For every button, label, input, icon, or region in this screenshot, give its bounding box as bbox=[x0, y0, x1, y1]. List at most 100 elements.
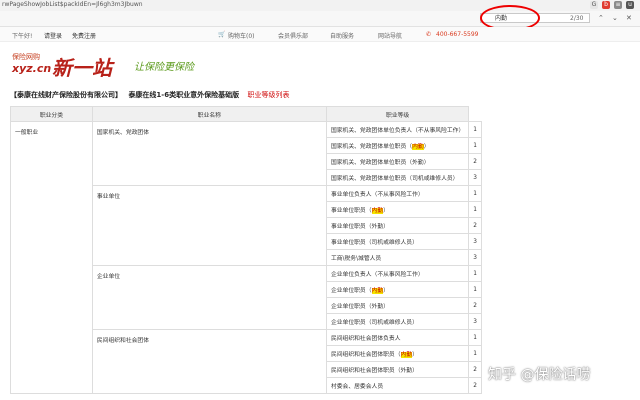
occupation-level: 2 bbox=[468, 377, 482, 394]
subcategory-cell: 民间组织和社会团体 bbox=[91, 329, 327, 394]
occupation-name: 民间组织和社会团体职员（ bbox=[330, 352, 401, 358]
occupation-name-cell: 民间组织和社会团体职员（外勤） bbox=[325, 361, 470, 378]
cart-icon[interactable]: 🛒 bbox=[218, 31, 225, 38]
occupation-level: 1 bbox=[468, 281, 482, 298]
occupation-name-cell: 企业单位职员（外勤） bbox=[325, 297, 470, 314]
occupation-name-cell: 事业单位负责人（不从事风险工作） bbox=[325, 185, 470, 202]
subcategory-cell: 国家机关、党政团体 bbox=[91, 121, 327, 186]
site-logo[interactable]: 保险网购 xyz.cn 新一站 让保险更保险 bbox=[12, 50, 272, 80]
occupation-level: 1 bbox=[468, 345, 482, 362]
occupation-level: 2 bbox=[468, 361, 482, 378]
find-match-count: 2/30 bbox=[570, 15, 584, 22]
occupation-name-cell: 国家机关、党政团体单位职员（内勤） bbox=[325, 137, 470, 154]
logo-slogan: 让保险更保险 bbox=[134, 62, 194, 73]
subcategory-cell: 事业单位 bbox=[91, 185, 327, 266]
extension-icon-4[interactable]: u bbox=[626, 1, 634, 9]
occupation-name: 企业单位负责人（不从事风险工作） bbox=[330, 272, 424, 278]
occupation-name-cell: 事业单位职员（司机或维修人员） bbox=[325, 233, 470, 250]
occupation-name-cell: 事业单位职员（内勤） bbox=[325, 201, 470, 218]
product-name: 泰康在线1-6类职业意外保险基础版 bbox=[128, 91, 240, 99]
occupation-name: 国家机关、党政团体单位负责人（不从事风险工作） bbox=[330, 128, 465, 134]
occupation-name-cell: 事业单位职员（外勤） bbox=[325, 217, 470, 234]
occupation-level: 3 bbox=[468, 313, 482, 330]
occupation-name-cell: 工商\税务\城管人员 bbox=[325, 249, 470, 266]
phone-number: 400-667-5599 bbox=[436, 31, 479, 38]
occupation-name: 工商\税务\城管人员 bbox=[330, 256, 382, 262]
member-club-link[interactable]: 会员俱乐部 bbox=[278, 31, 308, 40]
occupation-name: 事业单位职员（ bbox=[330, 208, 372, 214]
greeting: 下午好! bbox=[12, 33, 33, 40]
company-name: 【泰康在线财产保险股份有限公司】 bbox=[10, 91, 122, 99]
occupation-name: 民间组织和社会团体负责人 bbox=[330, 336, 401, 342]
site-top-nav: 下午好! 请登录 免费注册 🛒 购物车(0) 会员俱乐部 自助服务 网站导航 ✆… bbox=[0, 27, 640, 42]
search-highlight: 内勤 bbox=[371, 208, 384, 214]
cart-link[interactable]: 购物车(0) bbox=[228, 31, 255, 40]
occupation-name-cell: 村委会、居委会人员 bbox=[325, 377, 470, 394]
occupation-name-cell: 企业单位负责人（不从事风险工作） bbox=[325, 265, 470, 282]
occupation-name-cell: 国家机关、党政团体单位职员（司机或维修人员） bbox=[325, 169, 470, 186]
extension-icon-3[interactable]: ≡ bbox=[614, 1, 622, 9]
occupation-name-cell: 民间组织和社会团体负责人 bbox=[325, 329, 470, 346]
find-prev-icon[interactable]: ⌃ bbox=[598, 14, 604, 22]
occupation-level: 3 bbox=[468, 249, 482, 266]
logo-small-text: 保险网购 bbox=[12, 53, 40, 61]
occupation-name: 国家机关、党政团体单位职员（ bbox=[330, 144, 413, 150]
login-link[interactable]: 请登录 bbox=[44, 31, 62, 40]
table-row: 一般职业 国家机关、党政团体 国家机关、党政团体单位负责人（不从事风险工作） 1 bbox=[10, 121, 482, 394]
occupation-name: 民间组织和社会团体职员（外勤） bbox=[330, 368, 418, 374]
occupation-level: 3 bbox=[468, 233, 482, 250]
occupation-name: 事业单位职员（外勤） bbox=[330, 224, 389, 230]
category-cell: 一般职业 bbox=[10, 121, 93, 394]
occupation-name-cell: 国家机关、党政团体单位负责人（不从事风险工作） bbox=[325, 121, 470, 138]
logo-big-text: 新一站 bbox=[52, 56, 112, 80]
occupation-name: 企业单位职员（ bbox=[330, 288, 372, 294]
search-highlight: 内勤 bbox=[400, 352, 413, 358]
occupation-level: 2 bbox=[468, 297, 482, 314]
occupation-name-suffix: ） bbox=[412, 352, 418, 358]
occupation-name: 事业单位职员（司机或维修人员） bbox=[330, 240, 418, 246]
occupation-level: 3 bbox=[468, 169, 482, 186]
search-highlight: 内勤 bbox=[371, 288, 384, 294]
occupation-name-suffix: ） bbox=[383, 208, 389, 214]
header-level: 职业等级 bbox=[325, 106, 470, 122]
occupation-level: 2 bbox=[468, 153, 482, 170]
extension-icon-2[interactable]: b bbox=[602, 1, 610, 9]
find-bar: 内勤 2/30 ⌃ ⌄ ✕ bbox=[0, 11, 640, 27]
zhihu-watermark: 知乎 @保险话唠 bbox=[488, 367, 591, 383]
header-name: 职业名称 bbox=[91, 106, 327, 122]
occupation-name-suffix: ） bbox=[423, 144, 430, 150]
occupation-name-cell: 企业单位职员（内勤） bbox=[325, 281, 470, 298]
table-body: 一般职业 国家机关、党政团体 国家机关、党政团体单位负责人（不从事风险工作） 1 国家机… bbox=[10, 121, 482, 394]
self-service-link[interactable]: 自助服务 bbox=[330, 31, 354, 40]
address-url[interactable]: rwPageShowJobList$packIdEn=Jl6gh3m3Jbuwn bbox=[2, 1, 143, 8]
occupation-name: 村委会、居委会人员 bbox=[330, 384, 384, 390]
occupation-name-cell: 民间组织和社会团体职员（内勤） bbox=[325, 345, 470, 362]
occupation-name: 国家机关、党政团体单位职员（司机或维修人员） bbox=[330, 176, 459, 182]
occupation-name: 企业单位职员（司机或维修人员） bbox=[330, 320, 418, 326]
occupation-level: 2 bbox=[468, 217, 482, 234]
occupation-name-cell: 企业单位职员（司机或维修人员） bbox=[325, 313, 470, 330]
occupation-table: 职业分类 职业名称 职业等级 一般职业 国家机关、党政团体 国家机关、党政团体单位负… bbox=[10, 106, 482, 394]
subcategory-cell: 企业单位 bbox=[91, 265, 327, 330]
register-link[interactable]: 免费注册 bbox=[72, 31, 96, 40]
occupation-level: 1 bbox=[468, 137, 482, 154]
occupation-level: 1 bbox=[468, 185, 482, 202]
occupation-name: 企业单位职员（外勤） bbox=[330, 304, 389, 310]
extension-icon[interactable]: G bbox=[590, 1, 598, 9]
occupation-level: 1 bbox=[468, 329, 482, 346]
site-nav-link[interactable]: 网站导航 bbox=[378, 31, 402, 40]
page-title: 【泰康在线财产保险股份有限公司】 泰康在线1-6类职业意外保险基础版 职业等级列… bbox=[10, 90, 290, 100]
occupation-list-tab[interactable]: 职业等级列表 bbox=[248, 91, 290, 99]
find-close-icon[interactable]: ✕ bbox=[626, 14, 632, 22]
header-category: 职业分类 bbox=[10, 106, 93, 122]
occupation-name-suffix: ） bbox=[383, 288, 389, 294]
occupation-level: 1 bbox=[468, 265, 482, 282]
logo-domain: xyz.cn bbox=[12, 62, 52, 75]
occupation-name: 事业单位负责人（不从事风险工作） bbox=[330, 192, 424, 198]
occupation-name: 国家机关、党政团体单位职员（外勤） bbox=[330, 160, 430, 166]
find-next-icon[interactable]: ⌄ bbox=[612, 14, 618, 22]
search-highlight: 内勤 bbox=[412, 144, 424, 150]
occupation-name-cell: 国家机关、党政团体单位职员（外勤） bbox=[325, 153, 470, 170]
occupation-level: 1 bbox=[468, 201, 482, 218]
occupation-level: 1 bbox=[468, 121, 482, 138]
